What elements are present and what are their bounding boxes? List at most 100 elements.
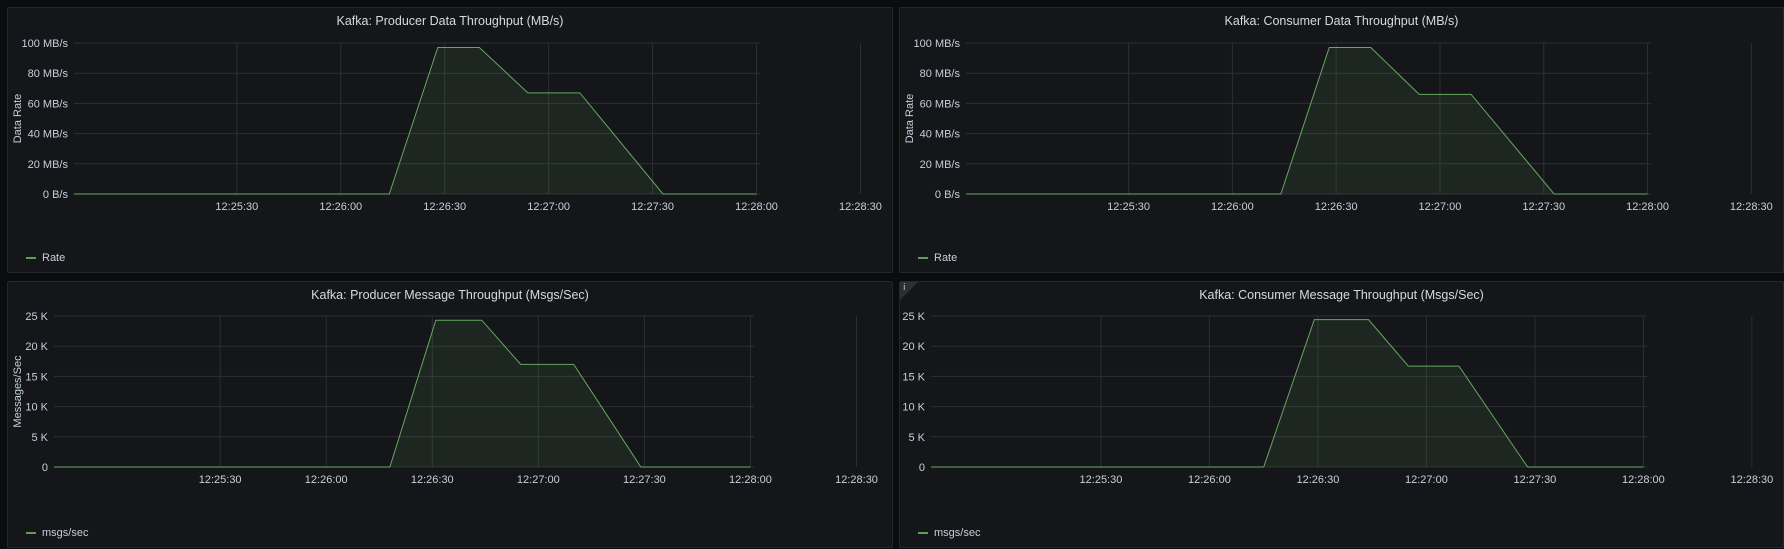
data-point[interactable] — [1527, 467, 1528, 468]
legend[interactable]: Rate — [918, 252, 957, 264]
y-tick-label: 20 MB/s — [28, 159, 69, 171]
data-point[interactable] — [74, 194, 75, 195]
legend-swatch — [918, 257, 928, 259]
legend[interactable]: msgs/sec — [918, 527, 980, 539]
data-point[interactable] — [1554, 194, 1555, 195]
data-point[interactable] — [1370, 47, 1371, 48]
producer-data-throughput-panel[interactable]: Kafka: Producer Data Throughput (MB/s) 0… — [7, 7, 893, 273]
x-tick-label: 12:27:30 — [623, 474, 666, 486]
y-tick-label: 20 K — [25, 341, 48, 353]
y-tick-label: 40 MB/s — [920, 129, 961, 141]
x-tick-label: 12:27:30 — [631, 201, 674, 213]
data-point[interactable] — [1314, 319, 1315, 320]
x-tick-label: 12:26:00 — [305, 474, 348, 486]
y-axis-label: Data Rate — [12, 94, 24, 144]
data-point[interactable] — [54, 467, 55, 468]
y-tick-label: 20 MB/s — [920, 159, 961, 171]
legend[interactable]: msgs/sec — [26, 527, 88, 539]
legend-swatch — [26, 532, 36, 534]
y-tick-label: 25 K — [902, 311, 925, 323]
data-point[interactable] — [520, 364, 521, 365]
data-point[interactable] — [966, 194, 967, 195]
x-tick-label: 12:26:00 — [1211, 201, 1254, 213]
y-tick-label: 0 — [919, 462, 925, 474]
y-tick-label: 10 K — [902, 402, 925, 414]
data-point[interactable] — [931, 467, 932, 468]
legend-swatch — [918, 532, 928, 534]
y-tick-label: 80 MB/s — [920, 68, 961, 80]
plot-group: 0 5 K 10 K 15 K 20 K 25 K 12:25:30 12:26:00 12:2… — [902, 311, 1773, 486]
data-point[interactable] — [1280, 194, 1281, 195]
data-point[interactable] — [435, 320, 436, 321]
data-point[interactable] — [389, 194, 390, 195]
y-tick-label: 15 K — [25, 371, 48, 383]
data-point[interactable] — [756, 194, 757, 195]
data-point[interactable] — [1263, 467, 1264, 468]
data-point[interactable] — [662, 194, 663, 195]
x-tick-label: 12:28:00 — [1626, 201, 1669, 213]
y-tick-label: 10 K — [25, 402, 48, 414]
data-point[interactable] — [750, 467, 751, 468]
x-tick-label: 12:27:00 — [1405, 474, 1448, 486]
legend-label[interactable]: msgs/sec — [934, 527, 980, 539]
x-tick-label: 12:28:00 — [1622, 474, 1665, 486]
data-point[interactable] — [1471, 94, 1472, 95]
x-tick-label: 12:28:30 — [835, 474, 878, 486]
data-point[interactable] — [1643, 467, 1644, 468]
data-point[interactable] — [1458, 366, 1459, 367]
data-point[interactable] — [1329, 47, 1330, 48]
legend-label[interactable]: Rate — [934, 252, 957, 264]
consumer-message-throughput-panel[interactable]: i Kafka: Consumer Message Throughput (Ms… — [899, 281, 1784, 548]
y-tick-label: 100 MB/s — [914, 38, 961, 50]
chart[interactable]: 0 B/s 20 MB/s 40 MB/s 60 MB/s 80 MB/s 100 MB/… — [900, 8, 1784, 274]
y-tick-label: 5 K — [908, 432, 925, 444]
data-point[interactable] — [527, 92, 528, 93]
y-tick-label: 40 MB/s — [28, 129, 69, 141]
x-tick-label: 12:28:00 — [729, 474, 772, 486]
x-tick-label: 12:28:00 — [735, 201, 778, 213]
legend[interactable]: Rate — [26, 252, 65, 264]
y-tick-label: 0 B/s — [935, 189, 961, 201]
data-point[interactable] — [579, 92, 580, 93]
data-point[interactable] — [573, 364, 574, 365]
y-tick-label: 60 MB/s — [28, 98, 69, 110]
data-point[interactable] — [437, 47, 438, 48]
x-tick-label: 12:27:30 — [1522, 201, 1565, 213]
y-tick-label: 100 MB/s — [22, 38, 69, 50]
series-area — [966, 47, 1648, 194]
x-tick-label: 12:25:30 — [215, 201, 258, 213]
consumer-data-throughput-panel[interactable]: Kafka: Consumer Data Throughput (MB/s) 0… — [899, 7, 1784, 273]
data-point[interactable] — [389, 467, 390, 468]
x-tick-label: 12:25:30 — [1080, 474, 1123, 486]
y-tick-label: 60 MB/s — [920, 98, 961, 110]
x-tick-label: 12:26:00 — [1188, 474, 1231, 486]
data-point[interactable] — [1647, 194, 1648, 195]
y-tick-label: 0 — [42, 462, 48, 474]
data-point[interactable] — [479, 47, 480, 48]
x-tick-label: 12:26:30 — [1297, 474, 1340, 486]
data-point[interactable] — [640, 467, 641, 468]
y-tick-label: 0 B/s — [43, 189, 69, 201]
x-tick-label: 12:25:30 — [199, 474, 242, 486]
x-tick-label: 12:26:00 — [319, 201, 362, 213]
chart[interactable]: 0 5 K 10 K 15 K 20 K 25 K 12:25:30 12:26:00 12:2… — [8, 282, 894, 549]
plot-group: 0 5 K 10 K 15 K 20 K 25 K 12:25:30 12:26:00 12:2… — [12, 311, 878, 486]
y-tick-label: 25 K — [25, 311, 48, 323]
chart[interactable]: 0 B/s 20 MB/s 40 MB/s 60 MB/s 80 MB/s 100 MB/… — [8, 8, 894, 274]
y-tick-label: 80 MB/s — [28, 68, 69, 80]
x-tick-label: 12:26:30 — [1315, 201, 1358, 213]
chart[interactable]: 0 5 K 10 K 15 K 20 K 25 K 12:25:30 12:26:00 12:2… — [900, 282, 1784, 549]
legend-label[interactable]: Rate — [42, 252, 65, 264]
data-point[interactable] — [1408, 366, 1409, 367]
data-point[interactable] — [481, 320, 482, 321]
series-area — [931, 319, 1644, 467]
data-point[interactable] — [1419, 94, 1420, 95]
x-tick-label: 12:25:30 — [1107, 201, 1150, 213]
x-tick-label: 12:27:00 — [1419, 201, 1462, 213]
producer-message-throughput-panel[interactable]: Kafka: Producer Message Throughput (Msgs… — [7, 281, 893, 548]
x-tick-label: 12:26:30 — [423, 201, 466, 213]
data-point[interactable] — [1368, 319, 1369, 320]
x-tick-label: 12:28:30 — [839, 201, 882, 213]
y-tick-label: 20 K — [902, 341, 925, 353]
legend-label[interactable]: msgs/sec — [42, 527, 88, 539]
